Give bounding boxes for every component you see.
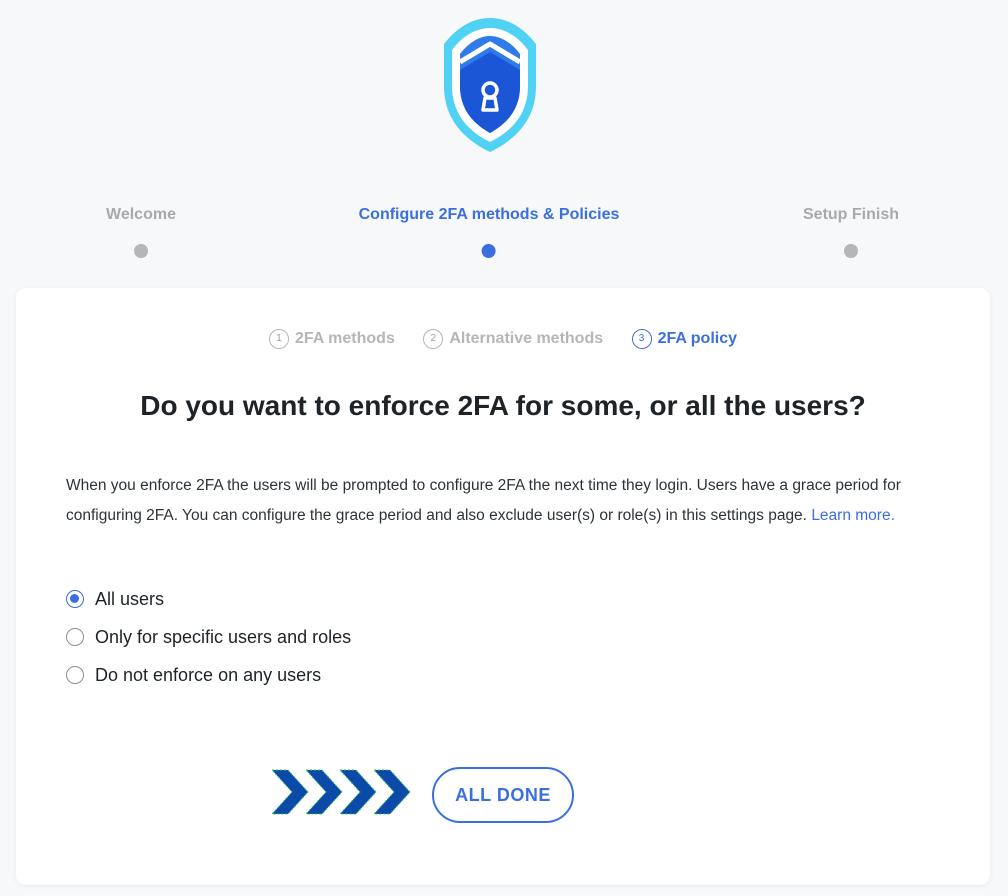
enforcement-options: All users Only for specific users and ro… (66, 580, 351, 694)
wizard-step-label: Welcome (106, 206, 176, 223)
radio-specific-users[interactable] (66, 628, 84, 646)
option-label: All users (95, 588, 165, 609)
subtab-number: 1 (268, 328, 289, 349)
subtab-alternative-methods[interactable]: 2 Alternative methods (423, 328, 604, 349)
learn-more-link[interactable]: Learn more. (811, 507, 895, 524)
wizard-step-dot (482, 244, 496, 258)
option-do-not-enforce[interactable]: Do not enforce on any users (66, 656, 351, 694)
description-body: When you enforce 2FA the users will be p… (66, 477, 901, 524)
radio-all-users[interactable] (66, 590, 84, 608)
option-all-users[interactable]: All users (66, 580, 351, 618)
wizard-step-dot (133, 244, 148, 258)
shield-lock-logo-icon (444, 18, 536, 152)
subtab-number: 3 (631, 328, 652, 349)
subtabs: 1 2FA methods 2 Alternative methods 3 2F… (16, 328, 990, 349)
subtab-label: 2FA methods (294, 329, 395, 347)
wizard-step-welcome: Welcome (106, 206, 176, 258)
page-heading: Do you want to enforce 2FA for some, or … (140, 390, 866, 421)
subtab-2fa-policy[interactable]: 3 2FA policy (631, 328, 738, 349)
policy-card: 1 2FA methods 2 Alternative methods 3 2F… (16, 288, 990, 885)
wizard-step-label: Setup Finish (803, 206, 899, 223)
subtab-label: Alternative methods (449, 329, 604, 347)
subtab-label: 2FA policy (657, 329, 738, 347)
wizard-step-finish: Setup Finish (803, 206, 899, 258)
subtab-number: 2 (423, 328, 444, 349)
option-label: Do not enforce on any users (95, 664, 322, 685)
description-text: When you enforce 2FA the users will be p… (66, 471, 936, 531)
all-done-button[interactable]: ALL DONE (432, 767, 574, 823)
wizard-step-dot (844, 244, 858, 258)
arrows-decoration-icon (270, 769, 411, 815)
radio-do-not-enforce[interactable] (66, 666, 84, 684)
option-label: Only for specific users and roles (95, 626, 352, 647)
wizard-step-label: Configure 2FA methods & Policies (358, 206, 620, 223)
subtab-2fa-methods[interactable]: 1 2FA methods (268, 328, 395, 349)
option-specific-users[interactable]: Only for specific users and roles (66, 618, 351, 656)
wizard-steps: Welcome Configure 2FA methods & Policies… (0, 206, 1008, 266)
wizard-step-configure: Configure 2FA methods & Policies (358, 206, 620, 258)
